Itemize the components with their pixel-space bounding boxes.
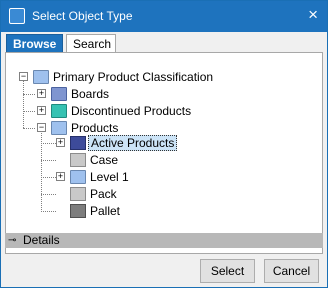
tree-connector: [23, 80, 24, 128]
app-window-icon: [9, 8, 25, 24]
tree-node-pallet[interactable]: Pallet: [90, 204, 120, 218]
tree-connector: [23, 111, 35, 112]
tree-expander-discontinued[interactable]: +: [37, 106, 46, 115]
tree-node-boards[interactable]: Boards: [71, 87, 109, 101]
folder-icon: [51, 121, 67, 135]
tree-node-level-1[interactable]: Level 1: [90, 170, 129, 184]
tree-connector: [41, 177, 56, 178]
tree-connector: [41, 211, 56, 212]
tree-expander-level-1[interactable]: +: [56, 172, 65, 181]
folder-icon: [51, 104, 67, 118]
tree-node-active-products[interactable]: Active Products: [88, 135, 178, 151]
tree-connector: [41, 160, 56, 161]
tab-search[interactable]: Search: [66, 34, 116, 53]
tree-node-products[interactable]: Products: [71, 121, 118, 135]
tree-node-pack[interactable]: Pack: [90, 187, 117, 201]
tree-expander-products[interactable]: −: [37, 123, 46, 132]
tree-connector: [41, 143, 56, 144]
box-icon: [70, 153, 86, 167]
folder-icon: [51, 87, 67, 101]
box-icon: [70, 204, 86, 218]
tree-connector: [41, 194, 56, 195]
tree-connector: [23, 128, 35, 129]
key-icon: ⊸: [8, 235, 17, 246]
tree-expander-boards[interactable]: +: [37, 89, 46, 98]
details-label: Details: [23, 233, 60, 247]
dialog-title: Select Object Type: [32, 9, 133, 23]
folder-icon: [33, 70, 49, 84]
tab-browse[interactable]: Browse: [6, 34, 63, 53]
details-toggle[interactable]: ⊸ Details: [5, 233, 323, 248]
tree-expander-root[interactable]: −: [19, 72, 28, 81]
tree-node-root[interactable]: Primary Product Classification: [53, 70, 213, 84]
tree-node-discontinued-products[interactable]: Discontinued Products: [71, 104, 191, 118]
select-object-type-dialog: Select Object Type × Browse Search − Pri…: [0, 0, 328, 288]
tree-expander-active-products[interactable]: +: [56, 138, 65, 147]
tree-connector: [23, 94, 35, 95]
browse-tree-panel: − Primary Product Classification + Board…: [5, 52, 323, 254]
close-icon[interactable]: ×: [308, 4, 318, 26]
box-icon: [70, 187, 86, 201]
select-button[interactable]: Select: [200, 259, 255, 283]
tree-node-case[interactable]: Case: [90, 153, 118, 167]
product-box-icon: [70, 136, 86, 150]
cancel-button[interactable]: Cancel: [264, 259, 319, 283]
folder-icon: [70, 170, 86, 184]
title-bar: Select Object Type ×: [1, 1, 327, 32]
